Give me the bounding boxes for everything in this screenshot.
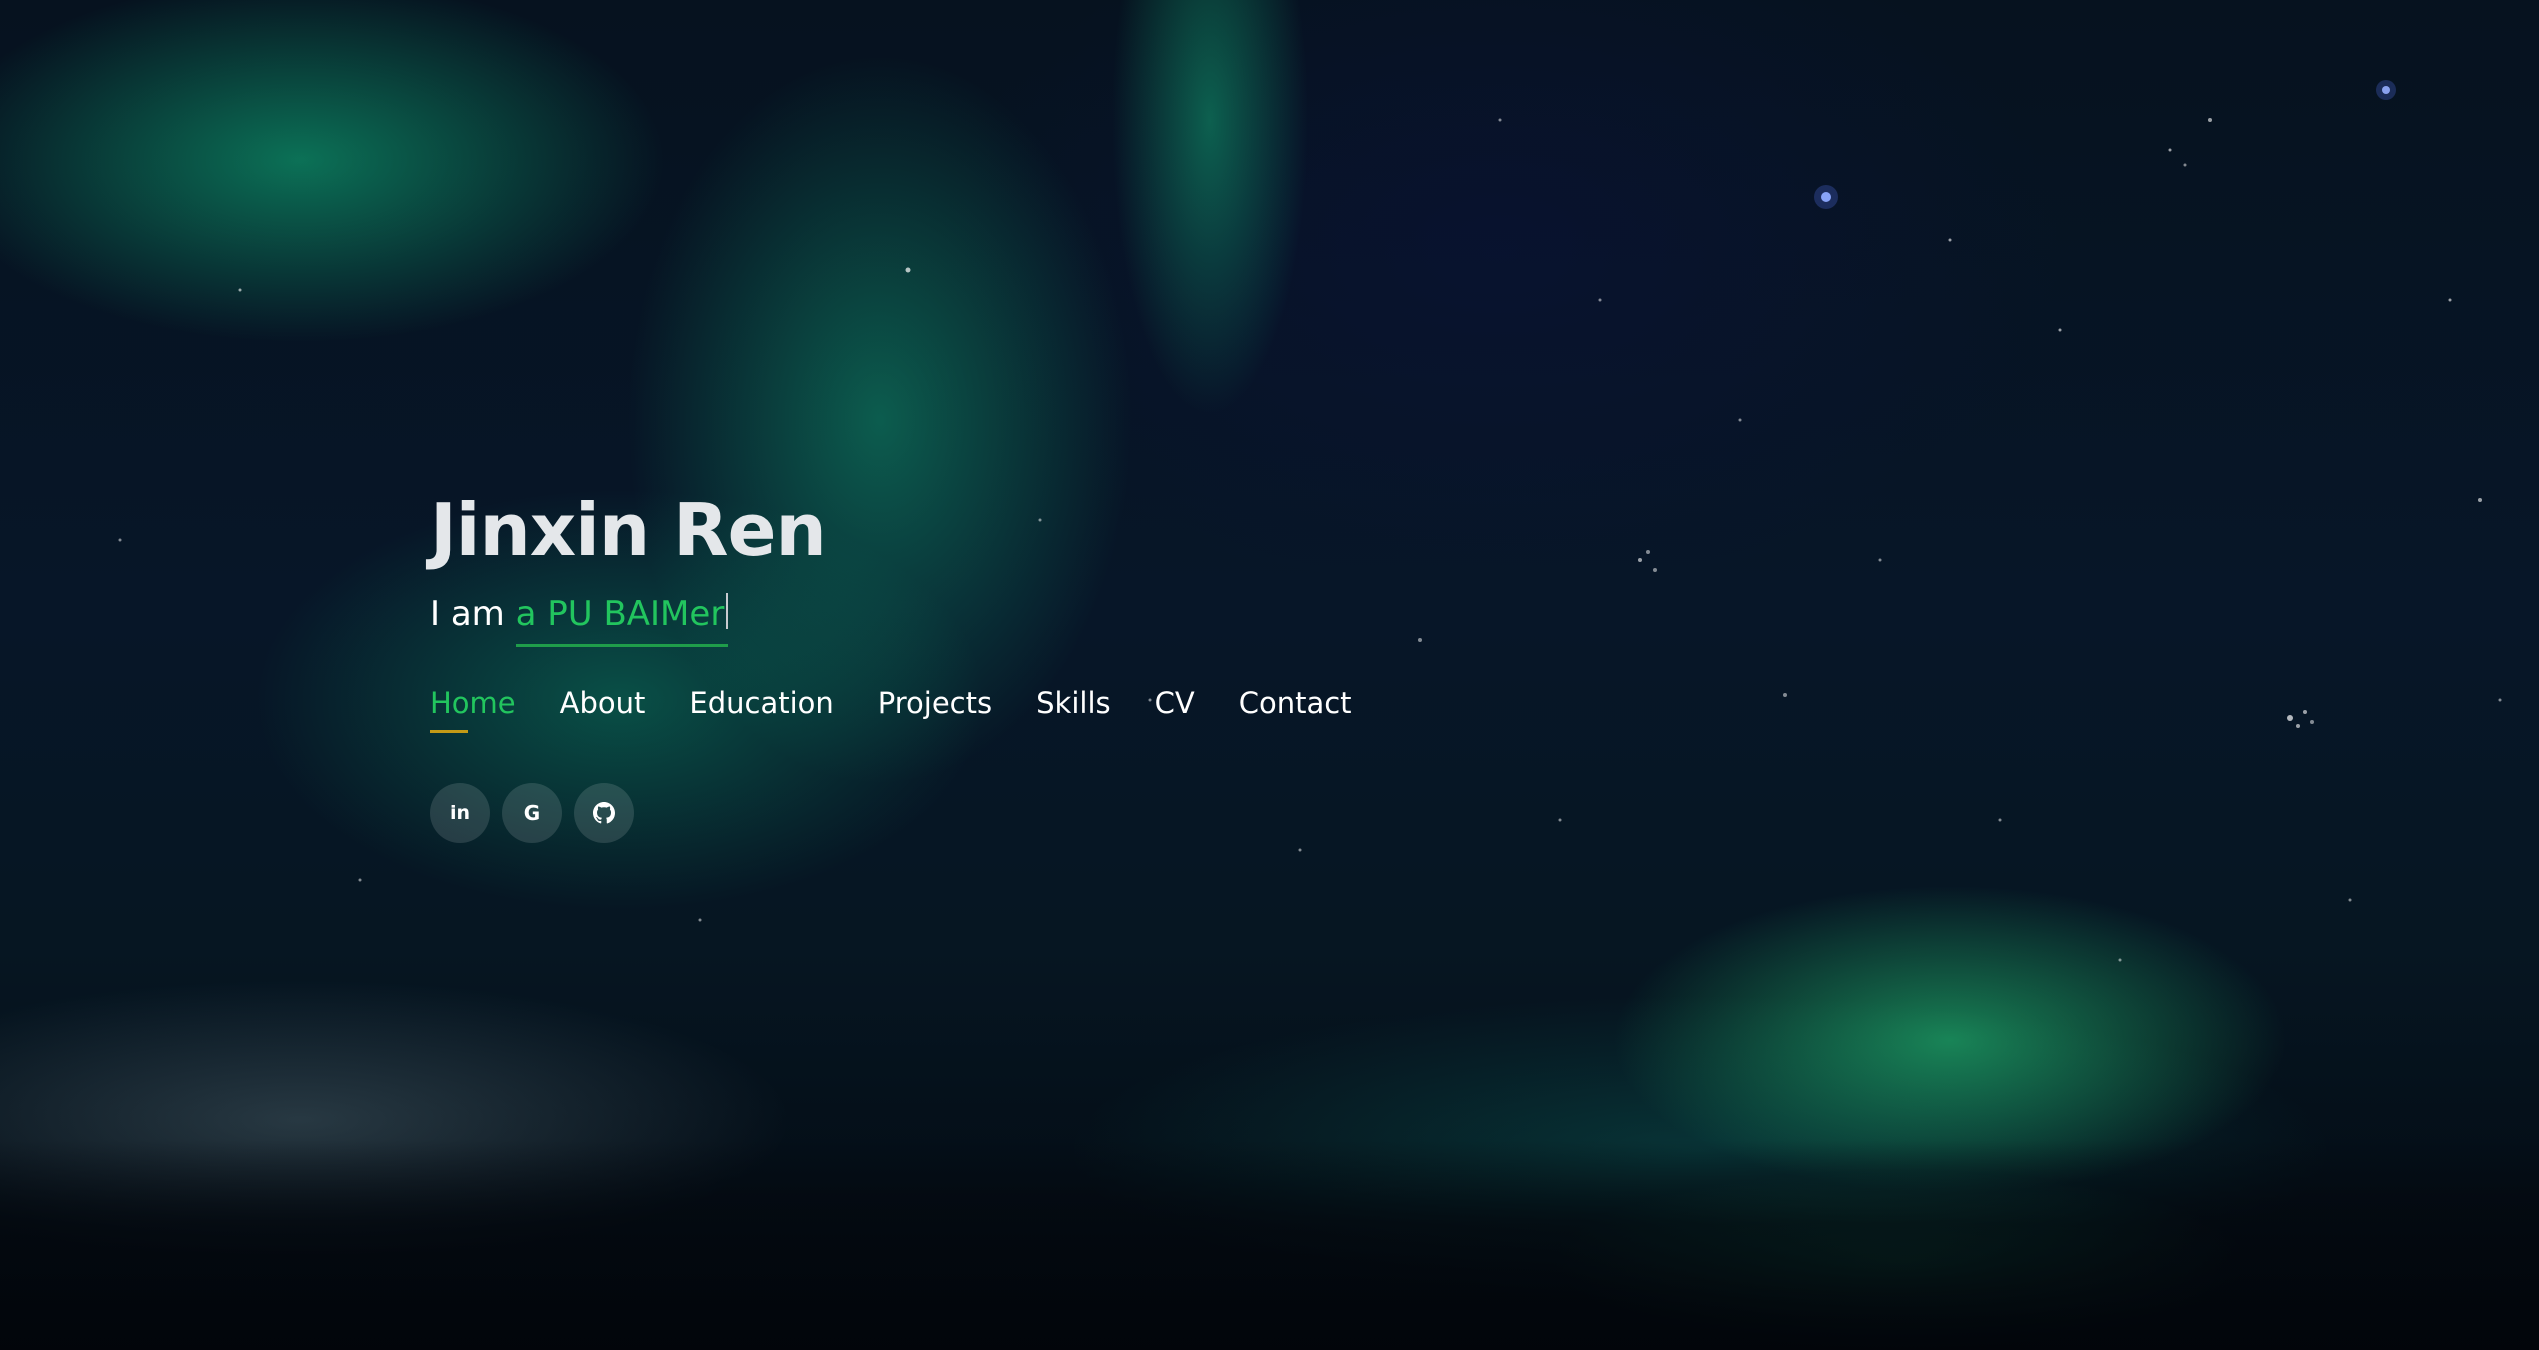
github-icon [593,802,615,824]
nav-cv[interactable]: CV [1155,681,1195,733]
horizon-landscape [0,1140,2539,1350]
nav-about[interactable]: About [560,681,646,733]
linkedin-button[interactable]: in [430,783,490,843]
nav-home[interactable]: Home [430,681,516,733]
google-icon: G [523,801,541,825]
google-scholar-button[interactable]: G [502,783,562,843]
typed-role: a PU BAIMer [515,594,725,634]
linkedin-icon: in [449,802,471,824]
hero-tagline: I am a PU BAIMer [430,590,1352,647]
social-links: in G [430,783,1352,843]
tagline-typed-text: a PU BAIMer [515,590,729,647]
hero-background: Jinxin Ren I am a PU BAIMer Home About E… [0,0,2539,1350]
main-nav: Home About Education Projects Skills CV … [430,681,1352,733]
nav-projects[interactable]: Projects [878,681,992,733]
typing-cursor [726,593,729,629]
hero-content: Jinxin Ren I am a PU BAIMer Home About E… [430,480,1352,843]
hero-name: Jinxin Ren [430,488,827,572]
nav-education[interactable]: Education [689,681,833,733]
github-button[interactable] [574,783,634,843]
nav-contact[interactable]: Contact [1239,681,1352,733]
nav-skills[interactable]: Skills [1036,681,1110,733]
tagline-prefix: I am [430,594,505,634]
